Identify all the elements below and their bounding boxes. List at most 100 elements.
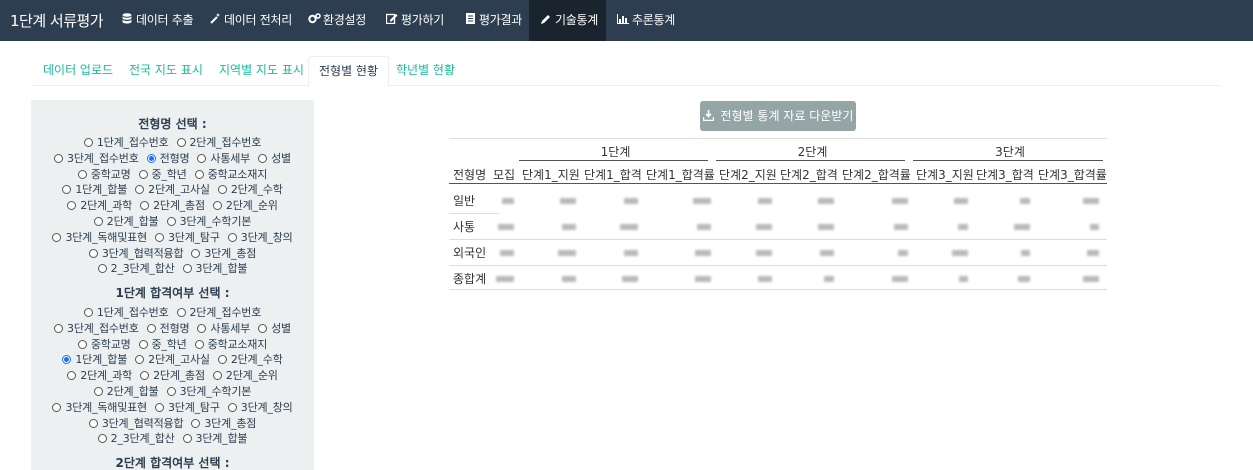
column-header[interactable]: 단계3_지원 (916, 166, 974, 183)
radio-button[interactable] (227, 402, 237, 412)
radio-button[interactable] (54, 153, 64, 163)
radio-option[interactable]: 2_3단계_합산 (97, 260, 175, 276)
radio-option[interactable]: 3단계_탐구 (154, 229, 220, 245)
radio-option[interactable]: 전형명 (146, 320, 190, 336)
radio-option[interactable]: 2_3단계_합산 (97, 430, 175, 446)
radio-button[interactable] (138, 169, 148, 179)
radio-button[interactable] (138, 339, 148, 349)
radio-button[interactable] (83, 138, 93, 147)
radio-button[interactable] (97, 264, 107, 274)
column-header[interactable]: 단계1_합격률 (646, 166, 715, 183)
nav-item-inferential-stats[interactable]: 추론통계 (617, 0, 675, 41)
radio-button[interactable] (97, 434, 107, 444)
tab-regional-map[interactable]: 지역별 지도 표시 (219, 56, 304, 86)
radio-button[interactable] (258, 323, 268, 333)
radio-option[interactable]: 3단계_협력적융합 (88, 415, 184, 431)
radio-button[interactable] (212, 201, 222, 211)
radio-option[interactable]: 3단계_총점 (191, 245, 256, 261)
radio-button[interactable] (197, 153, 207, 163)
radio-button[interactable] (140, 201, 150, 211)
radio-button[interactable] (52, 232, 62, 242)
radio-option[interactable]: 3단계_합불 (182, 260, 248, 276)
radio-option[interactable]: 2단계_수학 (217, 181, 283, 197)
radio-button[interactable] (194, 339, 204, 349)
radio-button[interactable] (154, 232, 164, 242)
radio-button[interactable] (67, 201, 77, 211)
radio-option[interactable]: 성별 (258, 320, 291, 336)
radio-button[interactable] (88, 418, 98, 428)
radio-button[interactable] (182, 264, 192, 274)
tab-national-map[interactable]: 전국 지도 표시 (129, 56, 203, 86)
radio-option[interactable]: 2단계_합불 (93, 213, 159, 229)
radio-button[interactable] (191, 418, 201, 428)
radio-option[interactable]: 중학교소재지 (194, 336, 267, 352)
radio-option[interactable]: 전형명 (146, 150, 190, 166)
radio-option[interactable]: 중학교명 (77, 166, 131, 182)
radio-button[interactable] (194, 169, 204, 179)
radio-option[interactable]: 2단계_과학 (67, 367, 132, 383)
radio-button[interactable] (88, 248, 98, 258)
nav-item-results[interactable]: 평가결과 (464, 0, 522, 41)
radio-option[interactable]: 1단계_접수번호 (83, 304, 169, 320)
radio-button[interactable] (154, 402, 164, 412)
radio-button[interactable] (227, 232, 237, 242)
radio-button[interactable] (146, 323, 156, 333)
radio-button[interactable] (93, 217, 103, 226)
radio-option[interactable]: 2단계_총점 (140, 197, 205, 213)
radio-option[interactable]: 2단계_순위 (212, 367, 278, 383)
nav-item-data-extract[interactable]: 데이터 추출 (121, 0, 194, 41)
radio-option[interactable]: 3단계_탐구 (154, 399, 220, 415)
radio-button[interactable] (176, 138, 186, 147)
column-header[interactable]: 단계1_합격 (584, 166, 642, 183)
radio-button[interactable] (83, 308, 93, 317)
radio-option[interactable]: 1단계_접수번호 (83, 134, 169, 150)
radio-button[interactable] (62, 355, 72, 365)
radio-option[interactable]: 사통세부 (197, 320, 250, 336)
radio-button[interactable] (54, 323, 64, 333)
radio-button[interactable] (217, 355, 227, 365)
download-stats-button[interactable]: 전형별 통계 자료 다운받기 (700, 101, 856, 131)
radio-option[interactable]: 사통세부 (197, 150, 250, 166)
column-header[interactable]: 단계1_지원 (522, 166, 580, 183)
radio-button[interactable] (52, 402, 62, 412)
radio-option[interactable]: 3단계_독해및표현 (52, 399, 147, 415)
radio-option[interactable]: 3단계_창의 (227, 229, 293, 245)
radio-option[interactable]: 2단계_순위 (212, 197, 278, 213)
radio-option[interactable]: 3단계_창의 (227, 399, 293, 415)
column-header[interactable]: 전형명 (453, 166, 486, 183)
radio-button[interactable] (166, 387, 176, 396)
column-header[interactable]: 단계2_지원 (719, 166, 777, 183)
radio-button[interactable] (217, 185, 227, 195)
radio-button[interactable] (77, 339, 87, 349)
radio-option[interactable]: 3단계_총점 (191, 415, 256, 431)
radio-option[interactable]: 3단계_접수번호 (54, 320, 139, 336)
radio-option[interactable]: 2단계_과학 (67, 197, 132, 213)
nav-item-preprocess[interactable]: 데이터 전처리 (209, 0, 292, 41)
nav-item-evaluate[interactable]: 평가하기 (385, 0, 444, 41)
nav-item-settings[interactable]: 환경설정 (308, 0, 366, 41)
radio-option[interactable]: 중학교명 (77, 336, 131, 352)
tab-by-admission-type[interactable]: 전형별 현황 (308, 56, 390, 87)
app-brand[interactable]: 1단계 서류평가 (10, 10, 104, 31)
radio-option[interactable]: 2단계_총점 (140, 367, 205, 383)
tab-by-grade[interactable]: 학년별 현황 (396, 56, 455, 86)
radio-button[interactable] (212, 371, 222, 381)
radio-option[interactable]: 성별 (258, 150, 291, 166)
radio-button[interactable] (166, 217, 176, 226)
radio-button[interactable] (62, 185, 72, 195)
radio-option[interactable]: 3단계_독해및표현 (52, 229, 147, 245)
radio-button[interactable] (258, 153, 268, 163)
radio-button[interactable] (93, 387, 103, 396)
column-header[interactable]: 단계2_합격 (780, 166, 838, 183)
radio-button[interactable] (135, 355, 145, 365)
radio-button[interactable] (67, 371, 77, 381)
radio-option[interactable]: 2단계_수학 (217, 351, 283, 367)
nav-item-descriptive-stats[interactable]: 기술통계 (529, 0, 606, 41)
column-header[interactable]: 단계3_합격률 (1038, 166, 1107, 183)
radio-option[interactable]: 2단계_고사실 (135, 351, 210, 367)
radio-button[interactable] (140, 371, 150, 381)
radio-option[interactable]: 중_학년 (138, 336, 187, 352)
column-header[interactable]: 단계3_합격 (976, 166, 1034, 183)
radio-option[interactable]: 중학교소재지 (194, 166, 267, 182)
radio-button[interactable] (146, 153, 156, 163)
